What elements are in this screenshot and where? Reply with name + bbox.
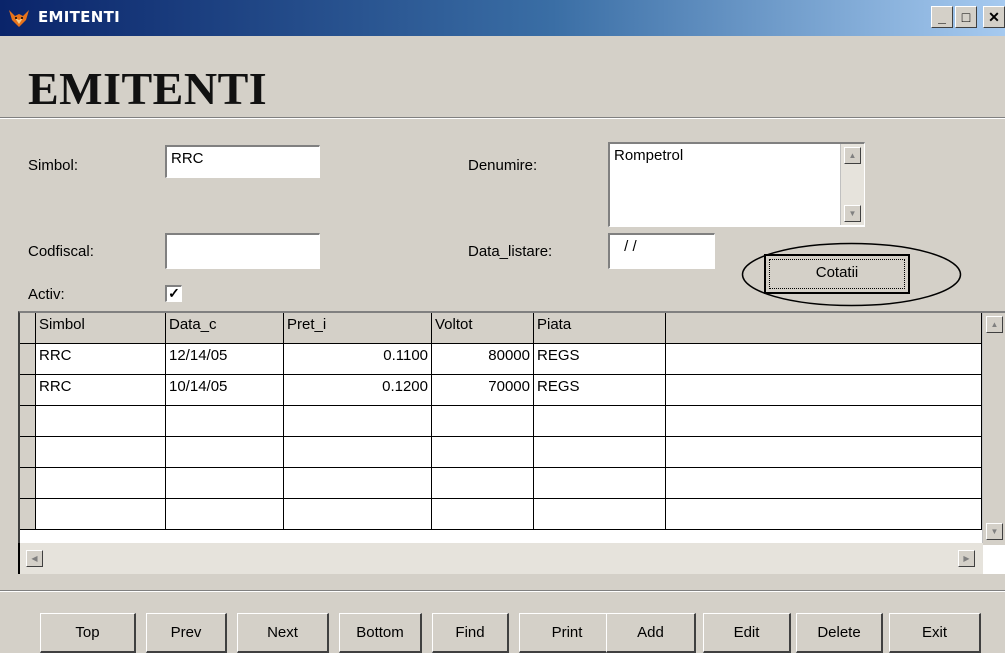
table-cell [666, 437, 982, 468]
table-cell[interactable] [534, 499, 666, 530]
col-header-pret-i[interactable]: Pret_i [284, 313, 432, 344]
table-cell[interactable]: REGS [534, 344, 666, 375]
grid-horizontal-scrollbar[interactable]: ◀ ▶ [20, 543, 983, 574]
scroll-right-icon[interactable]: ▶ [958, 550, 975, 567]
table-cell[interactable]: 80000 [432, 344, 534, 375]
table-cell[interactable]: RRC [36, 344, 166, 375]
table-cell[interactable]: 10/14/05 [166, 375, 284, 406]
table-cell[interactable]: RRC [36, 375, 166, 406]
table-cell[interactable] [36, 499, 166, 530]
table-cell[interactable] [432, 499, 534, 530]
scroll-up-icon[interactable]: ▲ [986, 316, 1003, 333]
table-cell [666, 406, 982, 437]
focus-rect [769, 259, 905, 289]
table-cell[interactable] [432, 437, 534, 468]
cotatii-button[interactable]: Cotatii [764, 254, 910, 294]
row-selector[interactable] [20, 406, 36, 437]
table-cell [666, 375, 982, 406]
window-title: EMITENTI [38, 8, 120, 26]
codfiscal-label: Codfiscal: [28, 243, 94, 260]
table-cell[interactable] [284, 499, 432, 530]
table-cell[interactable] [432, 468, 534, 499]
table-cell[interactable] [166, 437, 284, 468]
scroll-up-icon[interactable]: ▲ [844, 147, 861, 164]
simbol-field[interactable]: RRC [165, 145, 320, 178]
table-cell[interactable] [36, 468, 166, 499]
col-header-simbol[interactable]: Simbol [36, 313, 166, 344]
edit-button[interactable]: Edit [703, 613, 791, 653]
title-bar[interactable] [0, 0, 1005, 36]
separator-top [0, 117, 1005, 119]
table-cell[interactable] [284, 468, 432, 499]
exit-button[interactable]: Exit [889, 613, 981, 653]
data-listare-field[interactable]: / / [608, 233, 715, 269]
activ-checkbox[interactable]: ✓ [165, 285, 182, 302]
cotatii-grid[interactable]: Simbol Data_c Pret_i Voltot Piata RRC 12… [18, 311, 1005, 574]
denumire-field[interactable]: Rompetrol [608, 142, 865, 227]
simbol-label: Simbol: [28, 157, 79, 174]
row-selector[interactable] [20, 499, 36, 530]
row-selector[interactable] [20, 437, 36, 468]
scroll-left-icon[interactable]: ◀ [26, 550, 43, 567]
table-cell[interactable] [166, 406, 284, 437]
col-header-piata[interactable]: Piata [534, 313, 666, 344]
form-heading: EMITENTI [28, 63, 268, 114]
table-cell[interactable] [36, 437, 166, 468]
table-cell [666, 344, 982, 375]
table-cell[interactable]: 70000 [432, 375, 534, 406]
table-cell[interactable]: 0.1100 [284, 344, 432, 375]
add-button[interactable]: Add [606, 613, 696, 653]
delete-button[interactable]: Delete [796, 613, 883, 653]
codfiscal-field[interactable] [165, 233, 320, 269]
find-button[interactable]: Find [432, 613, 509, 653]
bottom-button[interactable]: Bottom [339, 613, 422, 653]
top-button[interactable]: Top [40, 613, 136, 653]
table-cell[interactable]: REGS [534, 375, 666, 406]
next-button[interactable]: Next [237, 613, 329, 653]
denumire-scrollbar[interactable]: ▲ ▼ [840, 144, 864, 225]
table-cell[interactable] [534, 406, 666, 437]
table-cell[interactable] [36, 406, 166, 437]
data-listare-label: Data_listare: [468, 243, 553, 260]
table-cell [666, 468, 982, 499]
print-button[interactable]: Print [519, 613, 616, 653]
scroll-down-icon[interactable]: ▼ [986, 523, 1003, 540]
row-selector[interactable] [20, 344, 36, 375]
table-cell[interactable] [166, 499, 284, 530]
table-cell[interactable] [432, 406, 534, 437]
fox-app-icon [9, 10, 29, 27]
table-cell[interactable] [166, 468, 284, 499]
grid-vertical-scrollbar[interactable]: ▲ ▼ [982, 313, 1005, 545]
table-cell[interactable] [284, 437, 432, 468]
row-selector-header [20, 313, 36, 344]
close-button[interactable]: ✕ [983, 6, 1005, 28]
separator-bottom [0, 590, 1005, 592]
table-cell[interactable] [534, 468, 666, 499]
denumire-value: Rompetrol [614, 147, 684, 164]
table-cell[interactable] [534, 437, 666, 468]
col-header-voltot[interactable]: Voltot [432, 313, 534, 344]
table-cell[interactable]: 0.1200 [284, 375, 432, 406]
row-selector[interactable] [20, 375, 36, 406]
col-header-empty [666, 313, 982, 344]
table-cell[interactable]: 12/14/05 [166, 344, 284, 375]
maximize-button[interactable]: □ [955, 6, 977, 28]
activ-label: Activ: [28, 286, 65, 303]
prev-button[interactable]: Prev [146, 613, 227, 653]
table-cell[interactable] [284, 406, 432, 437]
table-cell [666, 499, 982, 530]
denumire-label: Denumire: [468, 157, 538, 174]
minimize-button[interactable]: _ [931, 6, 953, 28]
col-header-data-c[interactable]: Data_c [166, 313, 284, 344]
row-selector[interactable] [20, 468, 36, 499]
scroll-down-icon[interactable]: ▼ [844, 205, 861, 222]
